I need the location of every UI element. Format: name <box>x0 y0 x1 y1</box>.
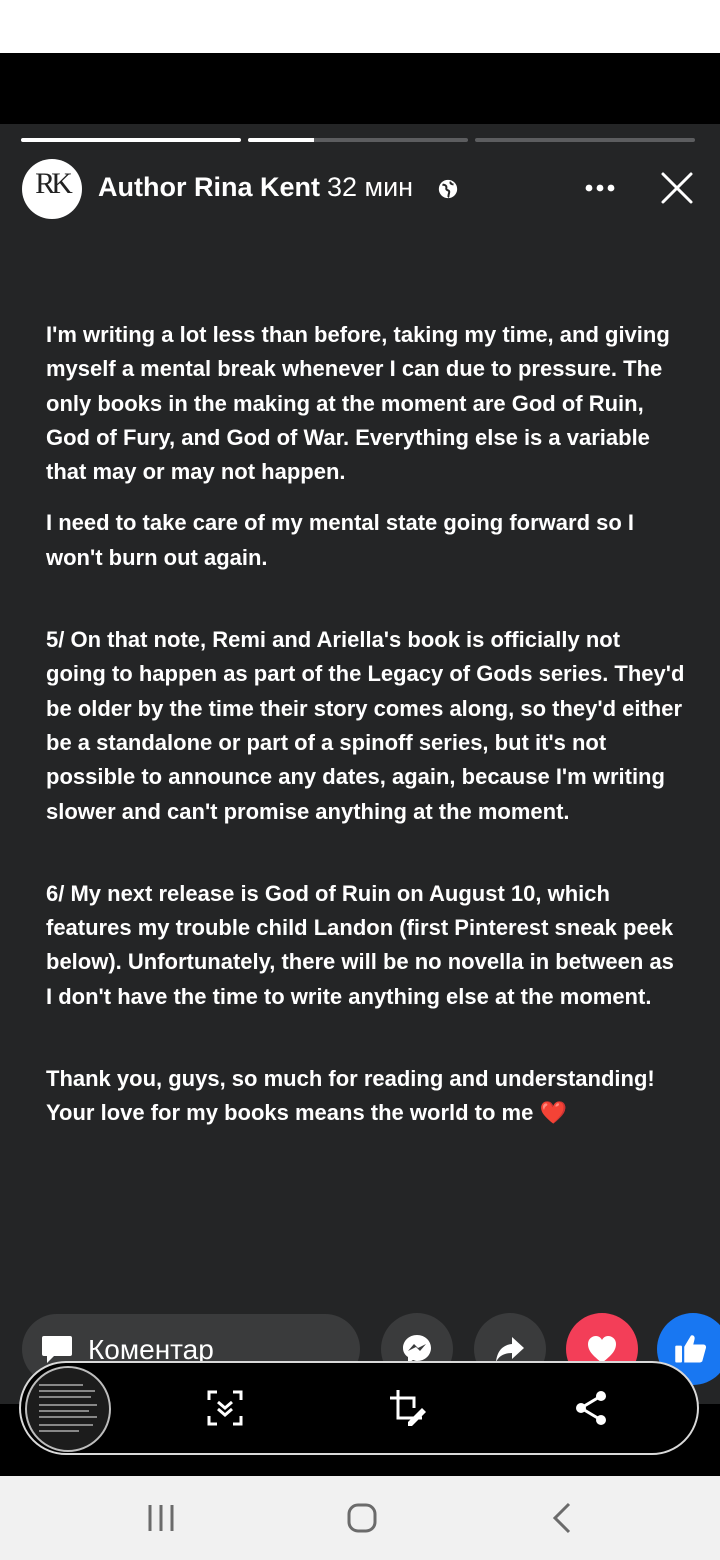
post-time: 32 мин <box>327 172 414 202</box>
more-icon[interactable] <box>580 168 620 208</box>
like-reaction-icon <box>675 1335 707 1363</box>
story-progress-2 <box>248 138 468 142</box>
post-text: I'm writing a lot less than before, taki… <box>46 318 686 1131</box>
avatar-monogram: RK <box>35 167 73 200</box>
avatar[interactable]: RK <box>22 159 82 219</box>
post-paragraph: I need to take care of my mental state g… <box>46 510 635 570</box>
screenshot-thumbnail[interactable] <box>25 1366 111 1452</box>
story-progress-fill <box>21 138 241 142</box>
post-paragraph: 5/ On that note, Remi and Ariella's book… <box>46 627 685 824</box>
thumb-text-line <box>39 1410 89 1412</box>
recents-icon[interactable] <box>141 1498 181 1538</box>
thumb-text-line <box>39 1424 93 1426</box>
heart-emoji: ❤️ <box>539 1100 567 1126</box>
thumb-text-line <box>39 1404 97 1406</box>
story-progress-3 <box>475 138 695 142</box>
share-icon[interactable] <box>571 1388 611 1428</box>
back-icon[interactable] <box>543 1498 583 1538</box>
thumb-text-line <box>39 1396 91 1398</box>
status-bar-area <box>0 0 720 53</box>
story-progress-fill <box>248 138 314 142</box>
home-icon[interactable] <box>341 1498 381 1538</box>
post-paragraph: I'm writing a lot less than before, taki… <box>46 322 670 485</box>
post-paragraph: Thank you, guys, so much for reading and… <box>46 1062 686 1131</box>
close-icon[interactable] <box>657 168 697 208</box>
post-paragraph: 6/ My next release is God of Ruin on Aug… <box>46 880 674 1009</box>
author-name[interactable]: Author Rina Kent <box>98 172 320 203</box>
thumb-text-line <box>39 1430 79 1432</box>
crop-edit-icon[interactable] <box>388 1388 428 1428</box>
story-progress-1 <box>21 138 241 142</box>
thumb-text-line <box>39 1384 83 1386</box>
thumb-text-line <box>39 1390 95 1392</box>
thumb-text-line <box>39 1416 97 1418</box>
scroll-capture-icon[interactable] <box>205 1388 245 1428</box>
globe-icon <box>438 179 458 199</box>
